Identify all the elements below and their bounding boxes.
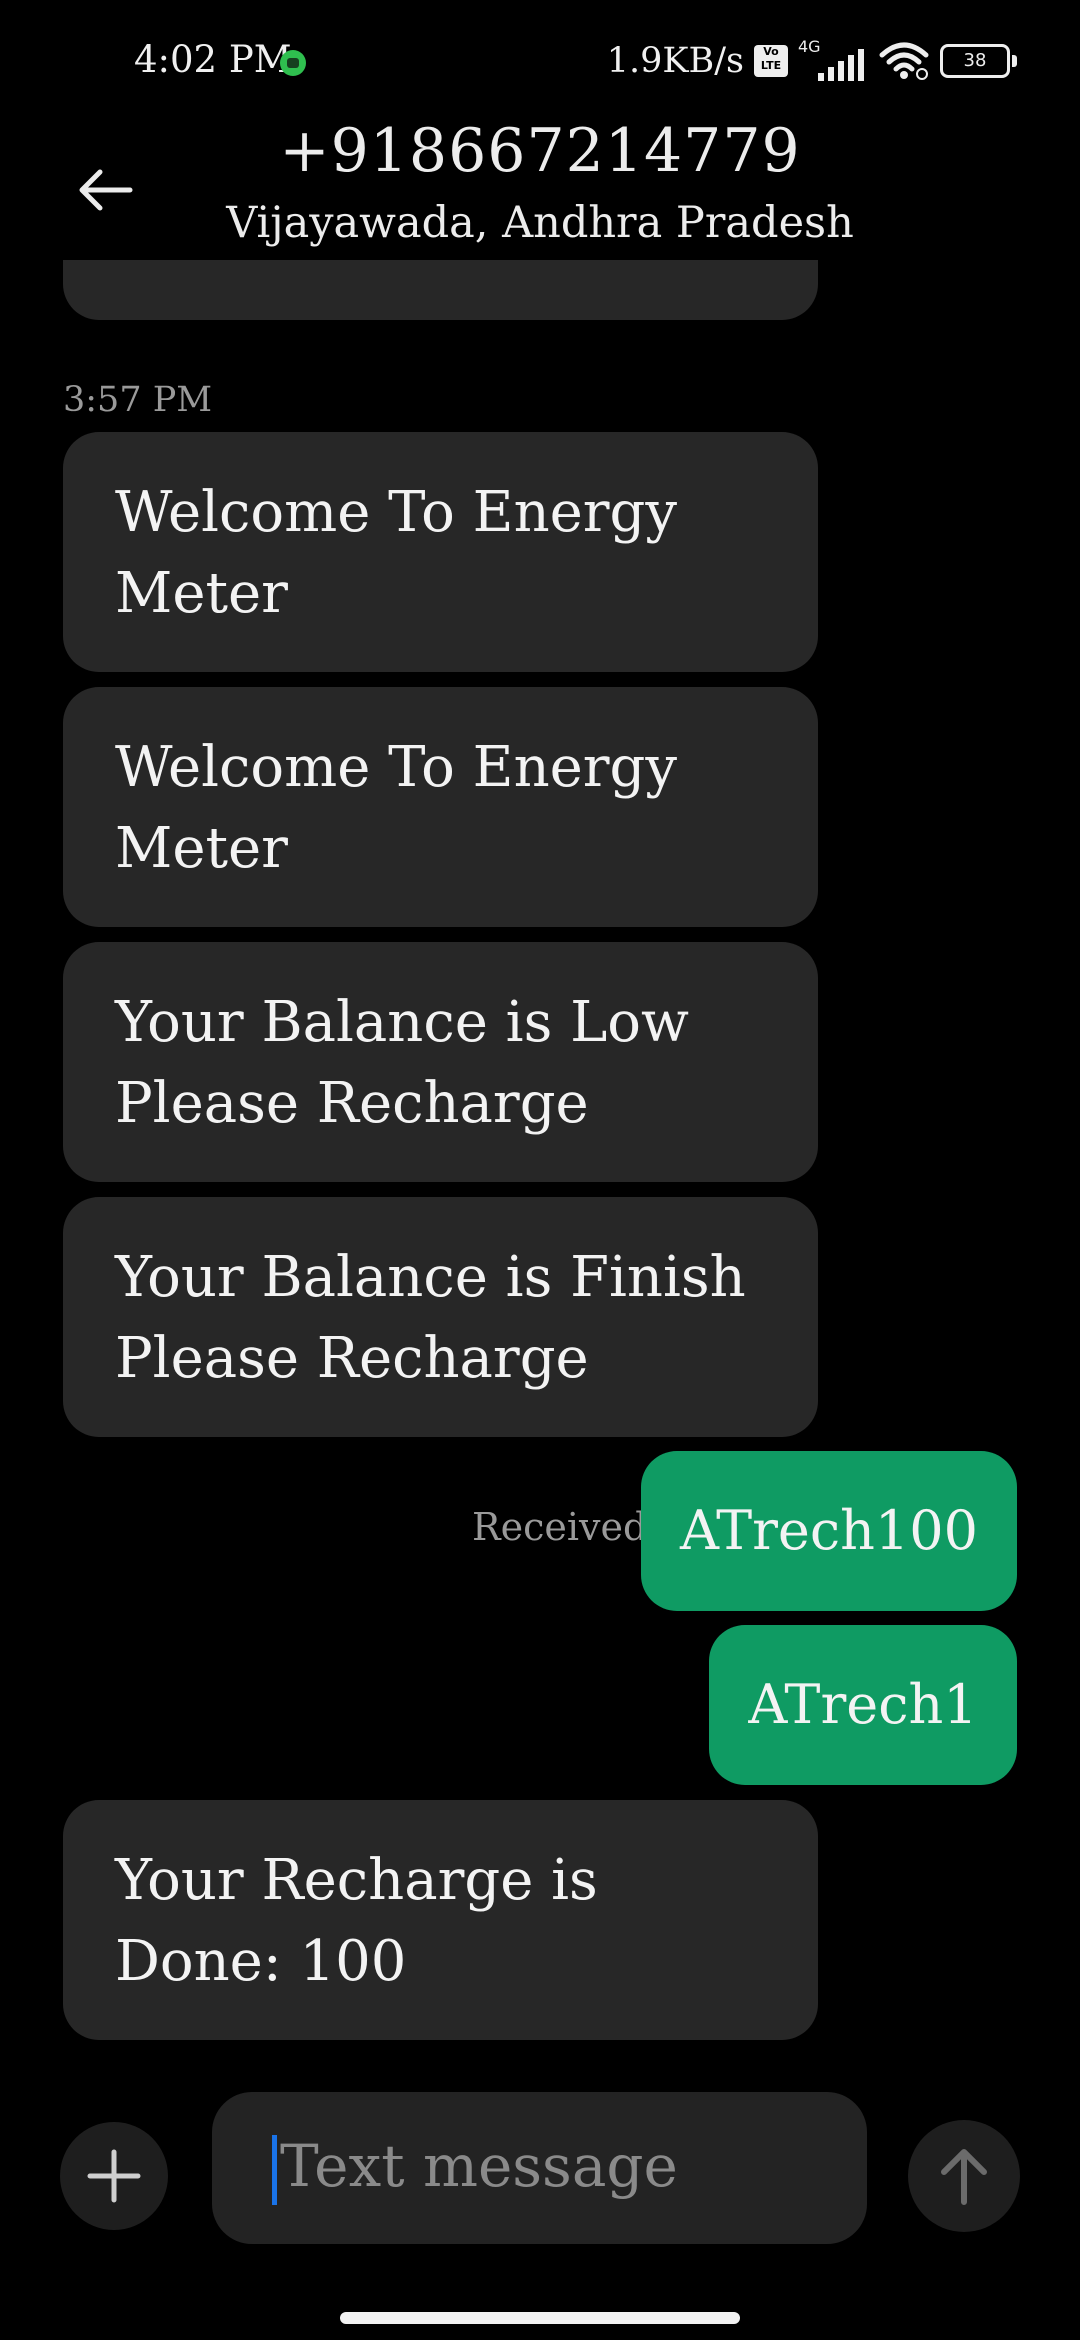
plus-icon — [87, 2149, 141, 2203]
message-bubble-outgoing[interactable]: ATrech1 — [709, 1625, 1017, 1785]
message-text: ATrech1 — [748, 1673, 978, 1736]
status-indicators: 1.9KB/s Vo LTE 4G 38 — [606, 36, 1017, 86]
send-button[interactable] — [908, 2120, 1020, 2232]
message-input[interactable]: Text message — [212, 2092, 867, 2244]
message-bubble-incoming[interactable]: Your Balance is Low Please Recharge — [63, 942, 818, 1182]
message-bubble-incoming[interactable]: Your Recharge is Done: 100 — [63, 1800, 818, 2040]
message-bubble-incoming[interactable]: Your Balance is Finish Please Recharge — [63, 1197, 818, 1437]
network-speed: 1.9KB/s — [606, 41, 744, 81]
conversation-header: +918667214779 Vijayawada, Andhra Pradesh — [0, 110, 1080, 260]
contact-location: Vijayawada, Andhra Pradesh — [226, 198, 854, 248]
delivery-status: Received — [472, 1505, 648, 1549]
message-bubble-outgoing[interactable]: ATrech100 — [641, 1451, 1017, 1611]
message-text: ATrech100 — [680, 1499, 978, 1562]
text-caret — [272, 2135, 277, 2205]
arrow-up-icon — [941, 2149, 987, 2205]
home-indicator[interactable] — [340, 2312, 740, 2324]
battery-icon: 38 — [940, 44, 1017, 78]
volte-icon: Vo LTE — [754, 45, 788, 77]
message-placeholder: Text message — [280, 2132, 678, 2200]
signal-icon: 4G — [798, 37, 868, 83]
attach-button[interactable] — [60, 2122, 168, 2230]
message-timestamp: 3:57 PM — [63, 380, 213, 420]
message-bubble-incoming[interactable]: Welcome To Energy Meter — [63, 687, 818, 927]
app-notification-icon — [280, 50, 306, 76]
message-text: Your Balance is Finish Please Recharge — [115, 1245, 746, 1391]
status-bar: 4:02 PM 1.9KB/s Vo LTE 4G 38 — [0, 0, 1080, 120]
message-text: Your Recharge is Done: 100 — [115, 1848, 598, 1994]
contact-number: +918667214779 — [279, 116, 801, 186]
message-text: Welcome To Energy Meter — [115, 735, 678, 881]
message-bubble-incoming[interactable]: Welcome To Energy Meter — [63, 432, 818, 672]
wifi-icon — [879, 42, 929, 80]
message-text: Welcome To Energy Meter — [115, 480, 678, 626]
message-text: Your Balance is Low Please Recharge — [115, 990, 689, 1136]
status-time: 4:02 PM — [134, 38, 292, 81]
